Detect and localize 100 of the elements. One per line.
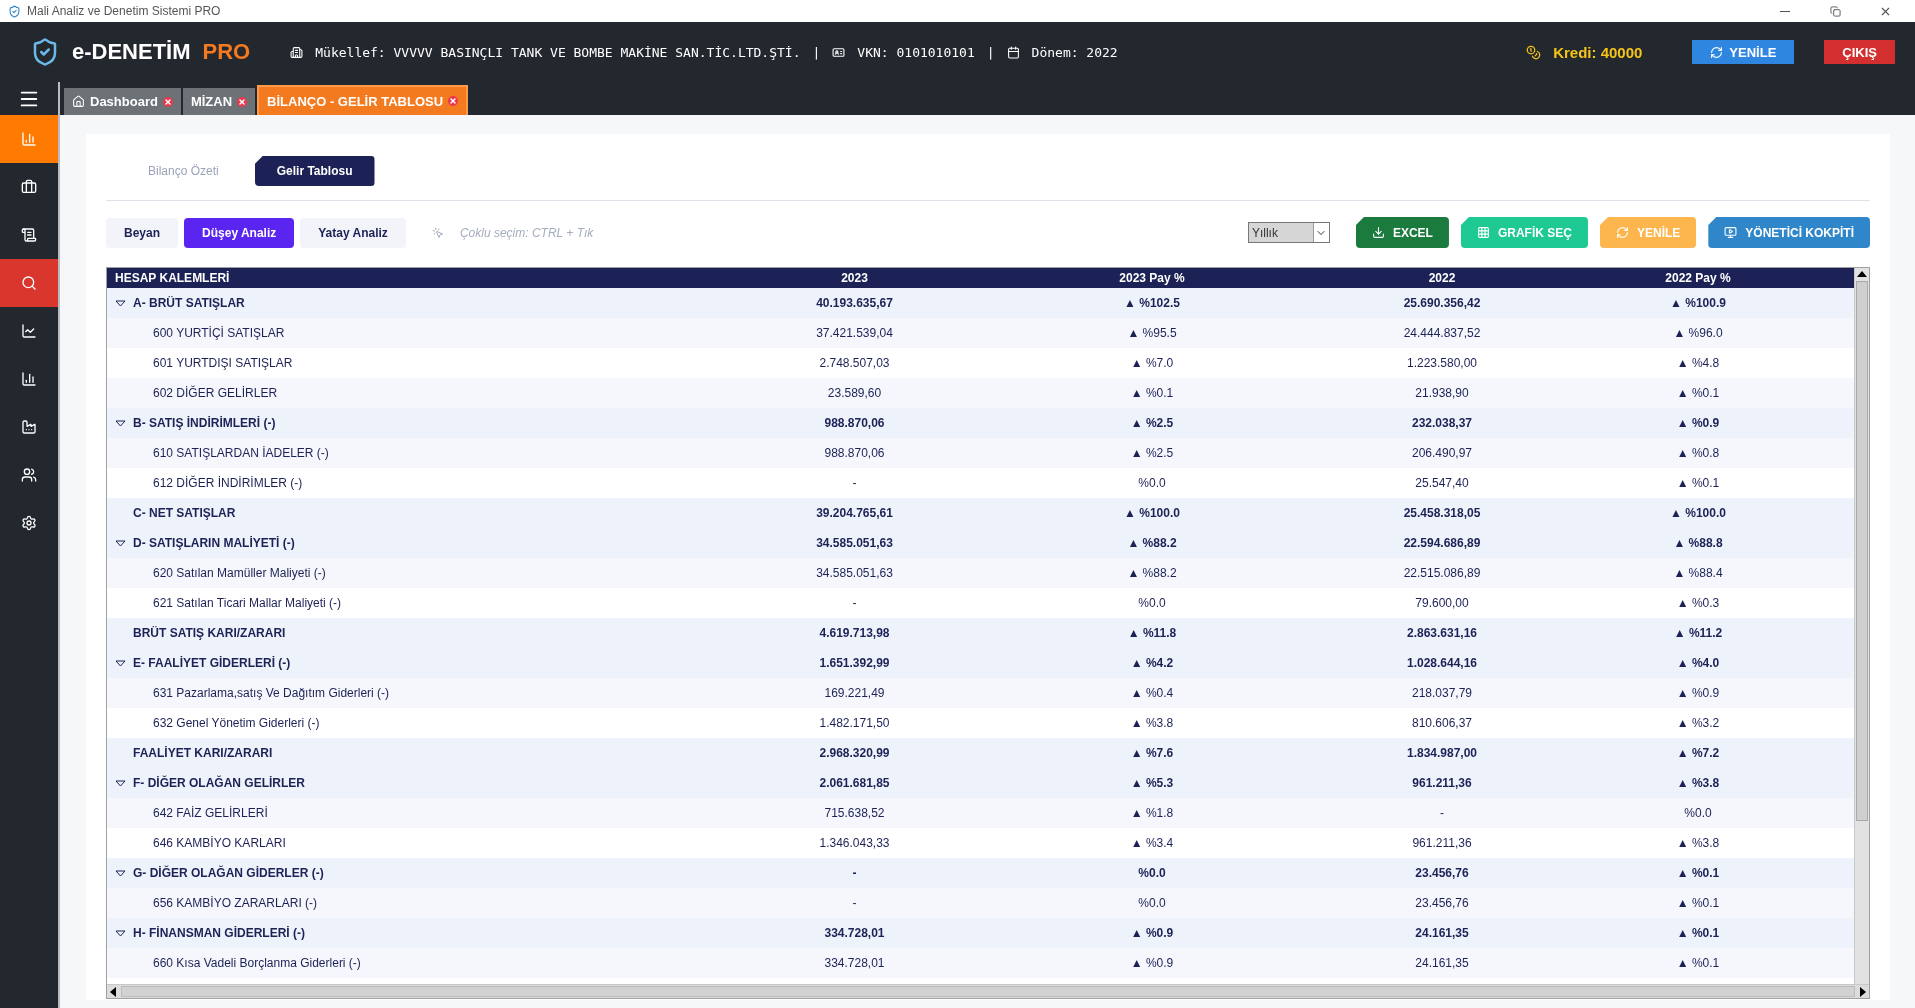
table-cell: ▲ %0.1 [1676, 476, 1720, 490]
table-cell: ▲ %100.9 [1670, 296, 1726, 310]
table-cell: ▲ %7.0 [1130, 356, 1174, 370]
table-cell: ▲ %4.8 [1676, 356, 1720, 370]
close-icon[interactable] [162, 96, 173, 107]
table-row[interactable]: C- NET SATIŞLAR 39.204.765,61 ▲ %100.0 25.458.318,05 ▲ %100.0 [107, 498, 1854, 528]
table-cell: %0.0 [1138, 596, 1166, 610]
close-icon[interactable] [237, 96, 248, 107]
table-cell: 24.161,35 [1415, 926, 1469, 940]
app-icon [8, 4, 21, 18]
table-cell: - [852, 866, 857, 880]
account-name: G- DİĞER OLAĞAN GİDERLER (-) [133, 866, 324, 880]
horizontal-scrollbar[interactable] [107, 984, 1869, 998]
subtab[interactable]: Gelir Tablosu [254, 156, 375, 186]
account-name: BRÜT SATIŞ KARI/ZARARI [133, 626, 286, 640]
table-cell: - [852, 896, 857, 910]
table-cell: 218.037,79 [1411, 686, 1473, 700]
column-header: 2023 Pay % [1118, 270, 1186, 287]
table-row[interactable]: F- DİĞER OLAĞAN GELİRLER 2.061.681,85 ▲ %5.3 961.211,36 ▲ %3.8 [107, 768, 1854, 798]
table-row[interactable]: E- FAALİYET GİDERLERİ (-) 1.651.392,99 ▲ %4.2 1.028.644,16 ▲ %4.0 [107, 648, 1854, 678]
hint-text: Çoklu seçim: CTRL + Tık [459, 225, 594, 240]
table-row[interactable]: 642 FAİZ GELİRLERİ 715.638,52 ▲ %1.8 - %0.0 [107, 798, 1854, 828]
refresh-button[interactable]: YENİLE [1692, 40, 1795, 64]
vertical-scrollbar[interactable] [1854, 268, 1869, 984]
table-cell: ▲ %0.9 [1676, 416, 1720, 430]
minimize-icon [1780, 10, 1790, 12]
table-row[interactable]: 620 Satılan Mamüller Maliyeti (-) 34.585.051,63 ▲ %88.2 22.515.086,89 ▲ %88.4 [107, 558, 1854, 588]
close-icon[interactable] [448, 96, 459, 106]
table-cell: 1.482.171,50 [819, 716, 890, 730]
action-button[interactable]: YÖNETİCİ KOKPİTİ [1708, 217, 1870, 248]
table-row[interactable]: D- SATIŞLARIN MALİYETİ (-) 34.585.051,63 ▲ %88.2 22.594.686,89 ▲ %88.8 [107, 528, 1854, 558]
table-cell: 23.589,60 [827, 386, 882, 400]
table-cell: 2.863.631,16 [1406, 626, 1478, 640]
table-cell: ▲ %0.8 [1676, 446, 1720, 460]
edition-label: PRO [202, 39, 251, 65]
column-header: HESAP KALEMLERİ [114, 270, 231, 287]
table-row[interactable]: 600 YURTİÇİ SATIŞLAR 37.421.539,04 ▲ %95.5 24.444.837,52 ▲ %96.0 [107, 318, 1854, 348]
table-cell: ▲ %0.1 [1676, 866, 1720, 880]
table-cell: 25.690.356,42 [1403, 296, 1481, 310]
building-icon [290, 45, 304, 59]
table-cell: 715.638,52 [824, 806, 885, 820]
account-name: 601 YURTDIŞI SATIŞLAR [153, 356, 293, 370]
table-cell: 2.748.507,03 [819, 356, 890, 370]
table-cell: 1.346.043,33 [819, 836, 890, 850]
action-button[interactable]: EXCEL [1355, 217, 1449, 248]
table-row[interactable]: 610 SATIŞLARDAN İADELER (-) 988.870,06 ▲ %2.5 206.490,97 ▲ %0.8 [107, 438, 1854, 468]
logout-button[interactable]: ÇIKIŞ [1824, 40, 1895, 64]
column-header: 2022 Pay % [1664, 270, 1732, 287]
table-cell: ▲ %0.1 [1676, 386, 1720, 400]
table-cell: 1.028.644,16 [1406, 656, 1478, 670]
id-card-icon [832, 45, 846, 59]
table-row[interactable]: FAALİYET KARI/ZARARI 2.968.320,99 ▲ %7.6 1.834.987,00 ▲ %7.2 [107, 738, 1854, 768]
table-row[interactable]: 656 KAMBİYO ZARARLARI (-) - %0.0 23.456,76 ▲ %0.1 [107, 888, 1854, 918]
analysis-tab[interactable]: Düşey Analiz [184, 217, 295, 248]
table-cell: ▲ %100.0 [1124, 506, 1180, 520]
table-row[interactable]: BRÜT SATIŞ KARI/ZARARI 4.619.713,98 ▲ %11.8 2.863.631,16 ▲ %11.2 [107, 618, 1854, 648]
analysis-tab[interactable]: Beyan [106, 217, 179, 248]
table-cell: ▲ %88.8 [1673, 536, 1723, 550]
separator: | [812, 44, 821, 60]
table-cell: 961.211,36 [1412, 836, 1472, 850]
table-cell: ▲ %7.2 [1676, 746, 1720, 760]
table-cell: 206.490,97 [1411, 446, 1473, 460]
period-select[interactable]: Yıllık [1247, 222, 1330, 243]
users-icon [21, 467, 37, 483]
table-cell: ▲ %0.9 [1676, 686, 1720, 700]
analysis-tab[interactable]: Yatay Analiz [300, 217, 406, 248]
table-cell: 34.585.051,63 [816, 536, 893, 550]
table-cell: - [852, 596, 857, 610]
refresh-icon [1615, 226, 1629, 239]
account-name: 660 Kısa Vadeli Borçlanma Giderleri (-) [153, 956, 361, 970]
table-cell: 2.968.320,99 [819, 746, 890, 760]
factory-icon [21, 419, 37, 435]
table-row[interactable]: B- SATIŞ İNDİRİMLERİ (-) 988.870,06 ▲ %2.5 232.038,37 ▲ %0.9 [107, 408, 1854, 438]
table-row[interactable]: 631 Pazarlama,satış Ve Dağıtım Giderleri (-) 169.221,49 ▲ %0.4 218.037,79 ▲ %0.9 [107, 678, 1854, 708]
account-name: 620 Satılan Mamüller Maliyeti (-) [153, 566, 326, 580]
table-cell: 21.938,90 [1415, 386, 1469, 400]
table-cell: 961.211,36 [1412, 776, 1472, 790]
table-cell: 22.515.086,89 [1403, 566, 1481, 580]
table-cell: 1.223.580,00 [1406, 356, 1478, 370]
table-row[interactable]: G- DİĞER OLAĞAN GİDERLER (-) - %0.0 23.456,76 ▲ %0.1 [107, 858, 1854, 888]
calendar-icon [1006, 45, 1020, 59]
table-row[interactable]: 660 Kısa Vadeli Borçlanma Giderleri (-) 334.728,01 ▲ %0.9 24.161,35 ▲ %0.1 [107, 948, 1854, 978]
table-row[interactable]: 602 DİĞER GELİRLER 23.589,60 ▲ %0.1 21.938,90 ▲ %0.1 [107, 378, 1854, 408]
tab[interactable]: MİZAN [182, 88, 256, 115]
table-cell: 23.456,76 [1415, 866, 1469, 880]
table-cell: ▲ %4.2 [1130, 656, 1174, 670]
table-cell: 232.038,37 [1411, 416, 1473, 430]
table-row[interactable]: H- FİNANSMAN GİDERLERİ (-) 334.728,01 ▲ %0.9 24.161,35 ▲ %0.1 [107, 918, 1854, 948]
table-cell: ▲ %0.4 [1130, 686, 1174, 700]
table-cell: 37.421.539,04 [816, 326, 893, 340]
table-cell: 1.834.987,00 [1406, 746, 1478, 760]
tab[interactable]: Dashboard [64, 88, 181, 115]
settings-icon [21, 515, 37, 531]
brand-name: e-DENETİM [72, 39, 191, 65]
account-name: E- FAALİYET GİDERLERİ (-) [133, 656, 291, 670]
account-name: FAALİYET KARI/ZARARI [133, 746, 273, 760]
table-row[interactable]: A- BRÜT SATIŞLAR 40.193.635,67 ▲ %102.5 25.690.356,42 ▲ %100.9 [107, 288, 1854, 318]
line-chart-icon [21, 323, 37, 339]
table-cell: 988.870,06 [824, 446, 885, 460]
refresh-icon [1710, 45, 1724, 59]
